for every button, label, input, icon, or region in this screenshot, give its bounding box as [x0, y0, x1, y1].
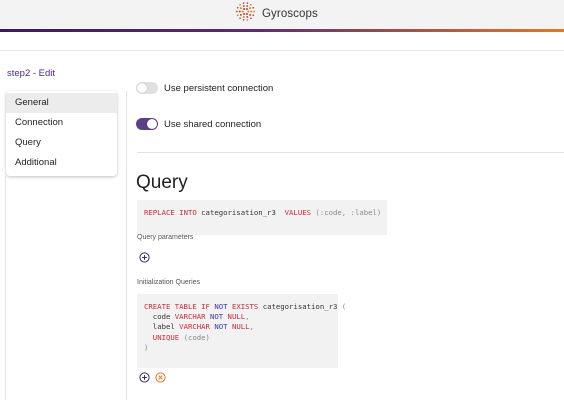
- brand-name: Gyroscops: [262, 8, 318, 20]
- accent-bar: [0, 29, 564, 32]
- code-token: NOT: [209, 312, 224, 322]
- sidebar-item-connection[interactable]: Connection: [6, 113, 117, 133]
- code-token: IF: [201, 302, 210, 311]
- persistent-connection-toggle[interactable]: [136, 82, 158, 94]
- code-token: NULL: [227, 312, 246, 322]
- code-token: VALUES: [284, 208, 311, 217]
- code-token: ): [144, 342, 149, 352]
- code-token: label: [152, 322, 175, 332]
- persistent-connection-label: Use persistent connection: [164, 82, 274, 94]
- code-token: ,: [249, 322, 254, 332]
- sidebar-item-general[interactable]: General: [6, 93, 117, 113]
- x-circle-icon[interactable]: [155, 372, 166, 383]
- sidebar-divider: [126, 91, 127, 400]
- header-divider: [0, 50, 564, 51]
- code-token: (: [341, 302, 347, 311]
- code-token: TABLE: [174, 302, 197, 311]
- code-token: ,: [245, 312, 250, 322]
- shared-connection-label: Use shared connection: [164, 118, 262, 130]
- code-token: EXISTS: [231, 302, 259, 311]
- brand[interactable]: Gyroscops: [234, 0, 318, 28]
- code-token: NOT: [214, 322, 228, 332]
- shared-connection-toggle[interactable]: [136, 118, 158, 130]
- sidebar-nav: General Connection Query Additional: [6, 91, 117, 176]
- query-title: Query: [136, 172, 188, 193]
- code-token: UNIQUE: [152, 332, 180, 342]
- shared-connection-row: Use shared connection: [136, 118, 261, 130]
- sidebar-left-border: [5, 176, 6, 400]
- persistent-connection-row: Use persistent connection: [136, 82, 273, 94]
- query-editor[interactable]: REPLACE INTO categorisation_r3 VALUES (:…: [137, 200, 387, 235]
- initialization-queries-label: Initialization Queries: [137, 279, 201, 286]
- code-token: (:code, :label): [315, 208, 382, 217]
- code-token: categorisation_r3: [201, 208, 276, 217]
- code-token: REPLACE: [144, 208, 175, 217]
- code-token: NOT: [214, 302, 228, 311]
- initialization-query-editor[interactable]: CREATE TABLE IF NOT EXISTS categorisatio…: [137, 294, 346, 368]
- top-bar: Gyroscops: [0, 0, 564, 29]
- code-token: (code): [183, 332, 210, 342]
- sidebar-item-query[interactable]: Query: [6, 133, 117, 153]
- section-divider: [137, 152, 564, 153]
- query-parameters-label: Query parameters: [137, 234, 194, 241]
- code-token: VARCHAR: [179, 322, 210, 332]
- plus-circle-icon[interactable]: [139, 252, 150, 263]
- code-token: code: [152, 312, 171, 322]
- code-token: NULL: [231, 322, 250, 332]
- gyroscops-logo-icon: [234, 0, 257, 28]
- breadcrumb: step2 - Edit: [7, 68, 56, 79]
- sidebar-item-additional[interactable]: Additional: [6, 153, 117, 173]
- plus-circle-icon[interactable]: [139, 372, 150, 383]
- code-token: VARCHAR: [174, 312, 206, 322]
- code-token: INTO: [179, 208, 197, 217]
- code-token: categorisation_r3: [262, 302, 338, 311]
- code-token: CREATE: [144, 302, 171, 311]
